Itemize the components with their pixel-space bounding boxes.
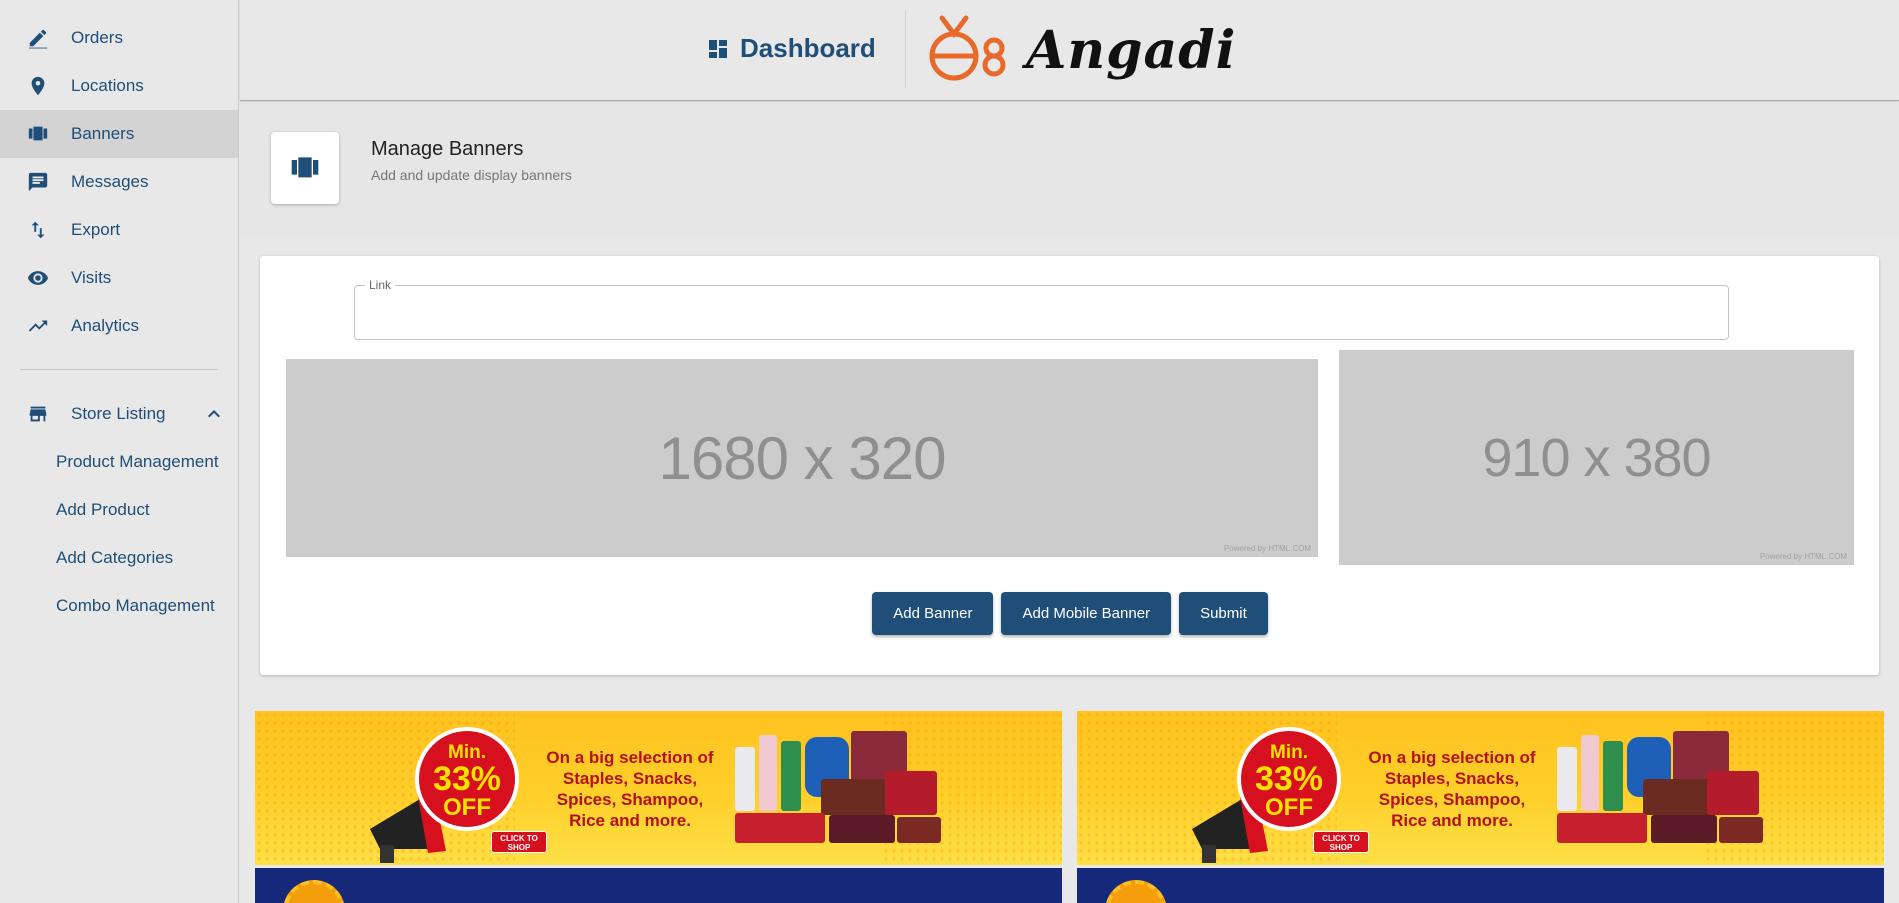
- discount-percent: 33%: [1254, 760, 1324, 798]
- topbar-divider: [905, 10, 906, 88]
- sidebar-item-messages[interactable]: Messages: [0, 158, 238, 206]
- dashboard-label: Dashboard: [740, 33, 876, 63]
- sidebar-item-visits[interactable]: Visits: [0, 254, 238, 302]
- snack-pack: [885, 771, 937, 815]
- link-field: Link: [354, 278, 1729, 340]
- shampoo-bottle: [1603, 741, 1623, 811]
- product-collage: [1557, 731, 1777, 856]
- top-bar: Dashboard Angadi: [240, 0, 1899, 101]
- mobile-banner-dimensions: 910 x 380: [1482, 427, 1711, 488]
- sidebar-item-label: Visits: [71, 268, 112, 287]
- chat-icon: [26, 170, 50, 194]
- banner-image[interactable]: Min. 33% OFF CLICK TO SHOP On a big sele…: [255, 711, 1062, 865]
- dashboard-icon: [709, 39, 727, 58]
- add-mobile-banner-button[interactable]: Add Mobile Banner: [1001, 592, 1172, 635]
- shampoo-bottle: [1557, 747, 1577, 811]
- product-collage: [735, 731, 955, 856]
- sidebar-item-orders[interactable]: Orders: [0, 14, 238, 62]
- import-export-icon: [26, 218, 50, 242]
- desktop-banner-preview[interactable]: 1680 x 320 Powered by HTML.COM: [286, 359, 1318, 557]
- location-pin-icon: [26, 74, 50, 98]
- sidebar-item-locations[interactable]: Locations: [0, 62, 238, 110]
- snack-pack: [1707, 771, 1759, 815]
- page-header-icon-card: [271, 132, 339, 204]
- banner-decoration: [283, 880, 345, 903]
- banner-headline: On a big selection of Staples, Snacks, S…: [546, 748, 714, 830]
- add-banner-button[interactable]: Add Banner: [872, 592, 994, 635]
- biscuit-pack: [821, 779, 891, 815]
- angadi-logo-icon: [929, 15, 1006, 81]
- banner-headline: On a big selection of Staples, Snacks, S…: [1368, 748, 1536, 830]
- sidebar-nav: Orders Locations Banners Messages Export: [0, 0, 238, 350]
- chevron-up-icon[interactable]: [202, 402, 226, 426]
- banner-image[interactable]: [1077, 868, 1884, 903]
- click-to-shop-badge: CLICK TO SHOP: [491, 831, 547, 853]
- sidebar-item-export[interactable]: Export: [0, 206, 238, 254]
- sidebar-subitem-combo-management[interactable]: Combo Management: [0, 582, 238, 630]
- carousel-icon: [26, 122, 50, 146]
- shampoo-bottle: [759, 735, 777, 811]
- shampoo-bottle: [1581, 735, 1599, 811]
- chocolate-pack: [1651, 815, 1717, 843]
- sidebar-item-label: Export: [71, 220, 121, 239]
- page-header: Manage Banners Add and update display ba…: [240, 102, 1899, 236]
- powered-by-text: Powered by HTML.COM: [1759, 552, 1847, 561]
- discount-percent: 33%: [432, 760, 502, 798]
- banner-decoration: [1105, 880, 1167, 903]
- submit-button[interactable]: Submit: [1179, 592, 1268, 635]
- cookie-pack: [1719, 817, 1763, 843]
- cookie-pack: [897, 817, 941, 843]
- sidebar-item-label: Messages: [71, 172, 149, 191]
- store-icon: [26, 402, 50, 426]
- sidebar-group-label: Store Listing: [71, 404, 166, 423]
- eye-icon: [26, 266, 50, 290]
- sidebar-item-label: Locations: [71, 76, 144, 95]
- page-title: Manage Banners: [371, 138, 524, 160]
- banner-form-card: Link 1680 x 320 Powered by HTML.COM 910 …: [260, 256, 1879, 675]
- discount-badge: Min. 33% OFF: [415, 727, 519, 831]
- sidebar-subitem-add-categories[interactable]: Add Categories: [0, 534, 238, 582]
- discount-off: OFF: [443, 794, 491, 821]
- click-to-shop-badge: CLICK TO SHOP: [1313, 831, 1369, 853]
- sidebar-item-label: Banners: [71, 124, 135, 143]
- discount-off: OFF: [1265, 794, 1313, 821]
- trending-up-icon: [26, 314, 50, 338]
- sidebar-group-store-listing[interactable]: Store Listing: [0, 390, 238, 438]
- sidebar-subitem-add-product[interactable]: Add Product: [0, 486, 238, 534]
- sidebar-item-label: Analytics: [71, 316, 140, 335]
- noodles-pack: [735, 813, 825, 843]
- form-actions: Add Banner Add Mobile Banner Submit: [260, 592, 1879, 635]
- shampoo-bottle: [781, 741, 801, 811]
- desktop-banner-dimensions: 1680 x 320: [658, 424, 947, 492]
- mobile-banner-preview[interactable]: 910 x 380 Powered by HTML.COM: [1339, 350, 1854, 565]
- brand-name: Angadi: [1026, 19, 1237, 81]
- biscuit-pack: [1643, 779, 1713, 815]
- discount-badge: Min. 33% OFF: [1237, 727, 1341, 831]
- powered-by-text: Powered by HTML.COM: [1223, 544, 1311, 553]
- link-input[interactable]: [355, 286, 1728, 339]
- brand-logo[interactable]: Angadi: [920, 12, 1236, 88]
- page-subtitle: Add and update display banners: [371, 167, 572, 183]
- sidebar-subitem-product-management[interactable]: Product Management: [0, 438, 238, 486]
- sidebar-item-banners[interactable]: Banners: [0, 110, 238, 158]
- sidebar: Orders Locations Banners Messages Export: [0, 0, 239, 903]
- pencil-icon: [26, 26, 50, 50]
- sidebar-divider: [20, 369, 218, 370]
- banner-image[interactable]: Min. 33% OFF CLICK TO SHOP On a big sele…: [1077, 711, 1884, 865]
- chocolate-pack: [829, 815, 895, 843]
- noodles-pack: [1557, 813, 1647, 843]
- sidebar-item-label: Orders: [71, 28, 123, 47]
- carousel-icon: [291, 157, 319, 178]
- dashboard-link[interactable]: Dashboard: [706, 33, 876, 64]
- banner-image[interactable]: [255, 868, 1062, 903]
- sidebar-item-analytics[interactable]: Analytics: [0, 302, 238, 350]
- shampoo-bottle: [735, 747, 755, 811]
